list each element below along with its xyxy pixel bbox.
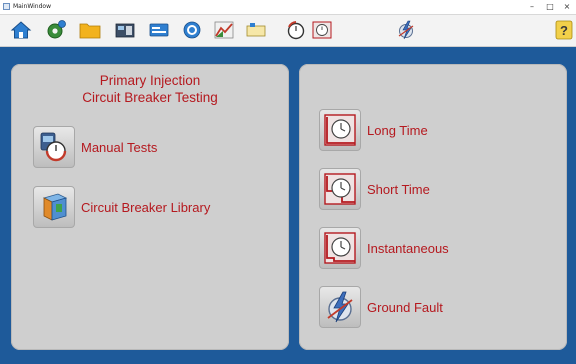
- help-button[interactable]: ?: [553, 19, 575, 41]
- panel-heading-line1: Primary Injection: [99, 73, 201, 88]
- open-folder-button[interactable]: [79, 19, 101, 41]
- home-icon: [10, 21, 32, 39]
- settings-button[interactable]: [45, 19, 67, 41]
- ground-fault-toolbar-button[interactable]: [395, 19, 417, 41]
- help-icon: ?: [555, 20, 573, 40]
- test-set-button[interactable]: [114, 19, 136, 41]
- manual-tests-item[interactable]: Manual Tests: [33, 126, 157, 168]
- maximize-button[interactable]: □: [542, 1, 558, 13]
- close-button[interactable]: ×: [559, 1, 575, 13]
- circuit-breaker-library-label: Circuit Breaker Library: [81, 199, 211, 215]
- chart-icon: [214, 21, 234, 39]
- stopwatch-button[interactable]: [285, 19, 307, 41]
- ticket-icon: [246, 23, 266, 37]
- refresh-icon: [183, 21, 201, 39]
- short-time-label: Short Time: [367, 181, 430, 197]
- chart-button[interactable]: [213, 19, 235, 41]
- long-time-label: Long Time: [367, 122, 428, 138]
- long-time-item[interactable]: Long Time: [319, 109, 428, 151]
- time-curve-button[interactable]: [311, 19, 333, 41]
- refresh-button[interactable]: [181, 19, 203, 41]
- folder-icon: [79, 23, 101, 39]
- trip-curve-panel: Long Time Short Time Instantaneous Groun…: [299, 64, 567, 350]
- breaker-library-icon: [33, 186, 75, 228]
- lightning-icon: [398, 20, 414, 40]
- home-button[interactable]: [10, 19, 32, 41]
- ground-fault-icon: [319, 286, 361, 328]
- help-label: ?: [560, 23, 568, 38]
- display-icon: [149, 23, 169, 37]
- settings-gear-icon: [47, 20, 66, 39]
- main-menu-panel: Primary Injection Circuit Breaker Testin…: [11, 64, 289, 350]
- test-set-icon: [115, 23, 135, 38]
- minimize-button[interactable]: –: [524, 1, 540, 13]
- header-band: [0, 47, 576, 56]
- instantaneous-item[interactable]: Instantaneous: [319, 227, 449, 269]
- clock-curve-icon: [312, 21, 332, 39]
- short-time-curve-icon: [319, 168, 361, 210]
- instantaneous-label: Instantaneous: [367, 240, 449, 256]
- ground-fault-item[interactable]: Ground Fault: [319, 286, 443, 328]
- ground-fault-label: Ground Fault: [367, 299, 443, 315]
- ticket-button[interactable]: [245, 19, 267, 41]
- manual-tests-icon: [33, 126, 75, 168]
- instantaneous-curve-icon: [319, 227, 361, 269]
- display-button[interactable]: [148, 19, 170, 41]
- long-time-curve-icon: [319, 109, 361, 151]
- toolbar: ?: [0, 15, 576, 47]
- stopwatch-icon: [287, 21, 305, 40]
- manual-tests-label: Manual Tests: [81, 139, 158, 155]
- app-window-icon: [3, 3, 10, 10]
- title-bar: MainWindow – □ ×: [0, 0, 576, 15]
- short-time-item[interactable]: Short Time: [319, 168, 430, 210]
- circuit-breaker-library-item[interactable]: Circuit Breaker Library: [33, 186, 210, 228]
- window-title: MainWindow: [13, 3, 51, 10]
- panel-heading-line2: Circuit Breaker Testing: [82, 90, 218, 105]
